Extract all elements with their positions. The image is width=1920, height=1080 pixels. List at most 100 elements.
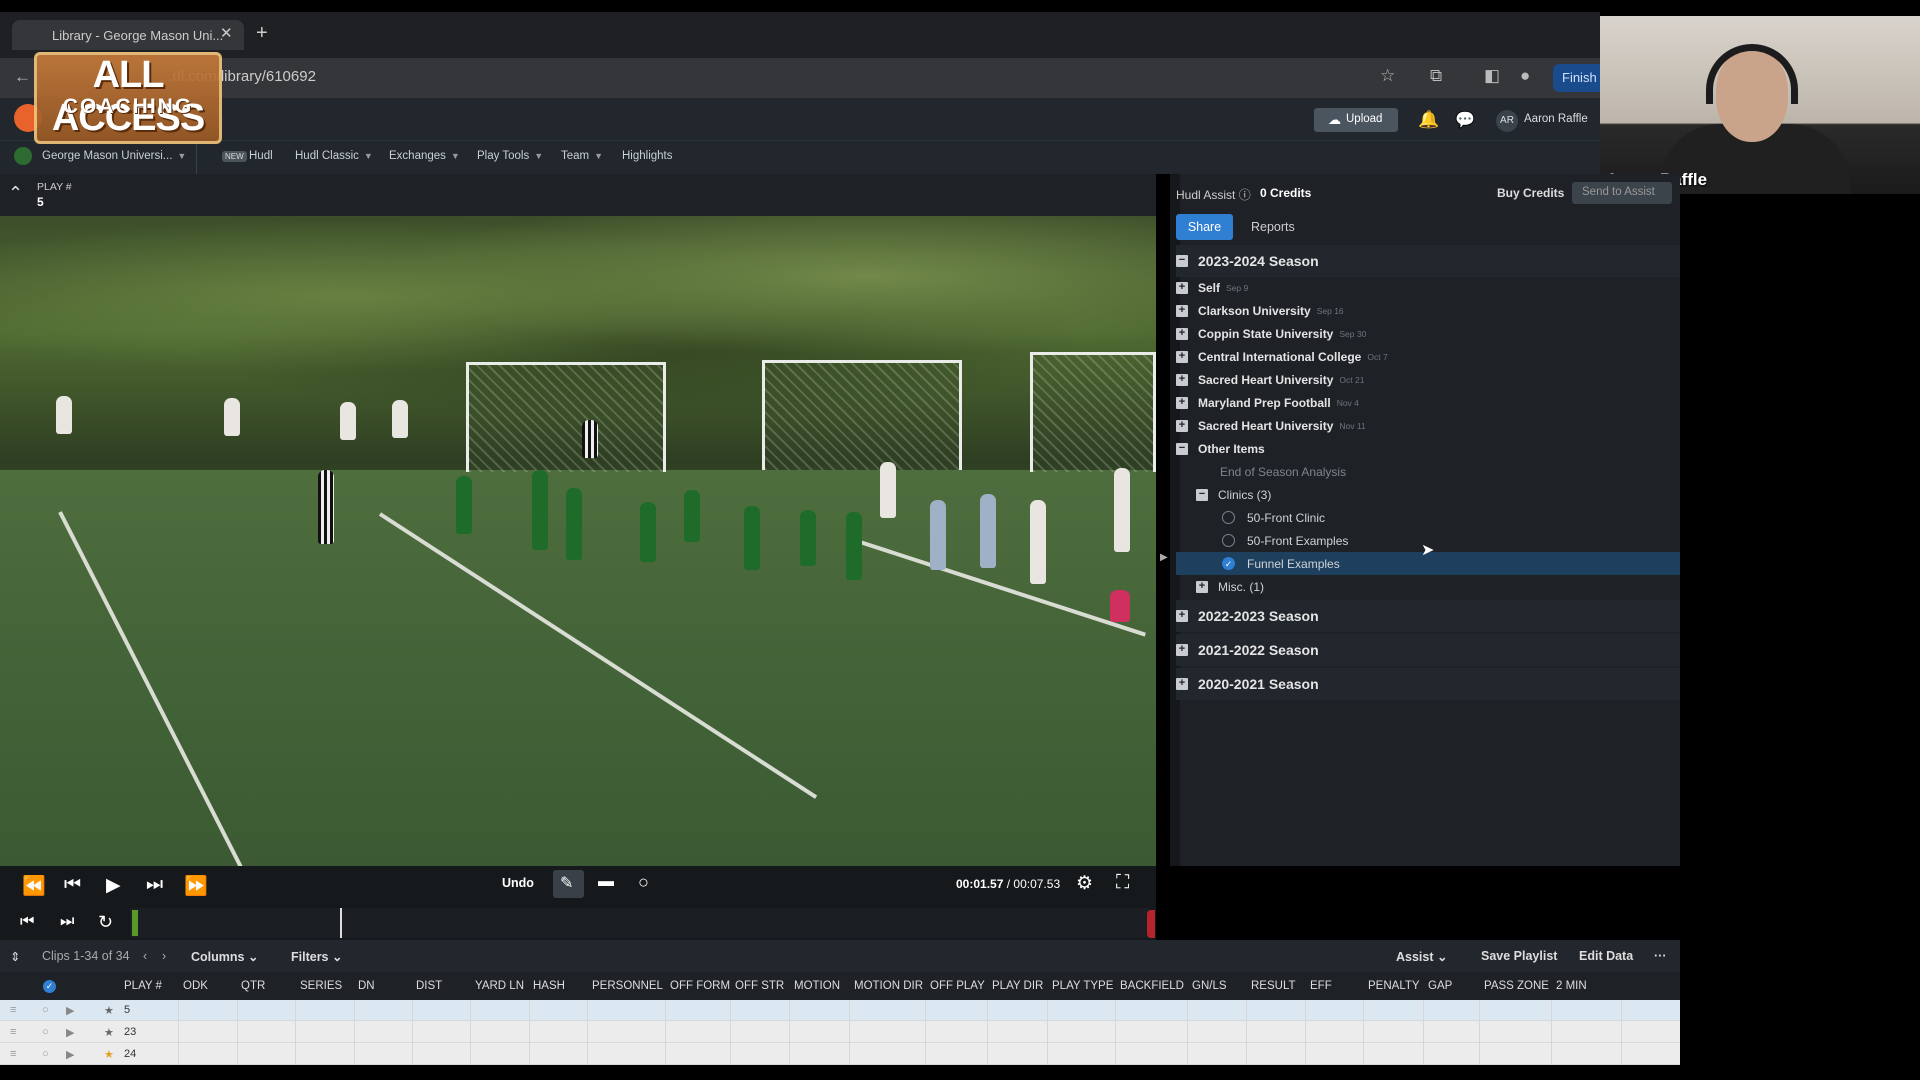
sort-arrows-icon[interactable]: ⇕ [10,949,20,964]
drag-handle-icon[interactable]: ≡ [10,1004,16,1016]
extensions-icon[interactable]: ⧉ [1430,66,1442,86]
table-row[interactable]: ≡ ○ ▶ ★ 23 [0,1022,1680,1043]
fullscreen-icon[interactable]: ⛶ [1116,872,1129,894]
tab-share[interactable]: Share [1176,214,1233,240]
col-header[interactable]: OFF PLAY [930,980,985,992]
step-forward-icon[interactable]: ⏭ [146,874,163,896]
upload-button[interactable]: Upload [1314,108,1398,132]
user-name[interactable]: Aaron Raffle [1524,113,1588,125]
col-header[interactable]: PERSONNEL [592,980,663,992]
table-row[interactable]: ≡ ○ ▶ ★ 24 [0,1044,1680,1065]
team-switcher[interactable]: George Mason Universi... ▼ [42,150,186,162]
filters-dropdown[interactable]: Filters ⌄ [291,949,342,964]
col-header[interactable]: DIST [416,980,442,992]
avatar[interactable]: AR [1496,110,1518,132]
profile-icon[interactable]: ● [1520,66,1530,86]
comment-icon[interactable]: ▬ [598,873,614,891]
col-header[interactable]: PENALTY [1368,980,1420,992]
buy-credits-link[interactable]: Buy Credits [1497,186,1564,200]
end-of-season-row[interactable]: End of Season Analysis [1176,460,1680,483]
nav-play-tools[interactable]: Play Tools ▼ [477,150,543,162]
drag-handle-icon[interactable]: ≡ [10,1048,16,1060]
col-header[interactable]: PLAY TYPE [1052,980,1113,992]
season-2020-2021[interactable]: +2020-2021 Season [1176,668,1680,700]
col-header[interactable]: 2 MIN [1556,980,1587,992]
expand-icon[interactable]: + [1176,678,1188,690]
circle-tool-icon[interactable]: ○ [638,872,649,893]
assist-dropdown[interactable]: Assist ⌄ [1396,949,1448,964]
previous-page-icon[interactable]: ‹ [143,949,147,963]
nav-exchanges[interactable]: Exchanges ▼ [389,150,460,162]
play-icon[interactable]: ▶ [106,874,121,897]
expand-icon[interactable]: + [1176,396,1188,409]
play-number-cell[interactable]: 23 [124,1026,136,1038]
col-header[interactable]: RESULT [1251,980,1296,992]
panel-expand-arrow-icon[interactable]: ▶ [1160,552,1168,563]
tab-reports[interactable]: Reports [1251,220,1295,234]
row-checkbox[interactable]: ○ [42,1048,49,1060]
timeline-scrubber[interactable] [130,908,1150,938]
col-header[interactable]: BACKFIELD [1120,980,1184,992]
game-row[interactable]: + Central International College Oct 7 [1176,345,1680,368]
season-2023-2024[interactable]: −2023-2024 Season [1176,245,1680,277]
radio-button[interactable] [1222,534,1235,547]
info-icon[interactable]: ⓘ [1239,188,1251,202]
nav-hudl-classic[interactable]: Hudl Classic ▼ [295,150,373,162]
more-options-icon[interactable]: ··· [1654,949,1667,963]
season-2022-2023[interactable]: +2022-2023 Season [1176,600,1680,632]
col-header[interactable]: OFF STR [735,980,784,992]
drag-handle-icon[interactable]: ≡ [10,1026,16,1038]
bookmark-star-icon[interactable]: ☆ [1380,66,1395,86]
save-playlist-button[interactable]: Save Playlist [1481,949,1557,963]
col-header[interactable]: PLAY DIR [992,980,1043,992]
game-row[interactable]: + Sacred Heart University Nov 11 [1176,414,1680,437]
step-back-icon[interactable]: ⏮ [64,874,81,896]
collapse-icon[interactable]: − [1176,442,1188,455]
col-header[interactable]: GN/LS [1192,980,1227,992]
expand-icon[interactable]: + [1196,580,1208,593]
nav-team[interactable]: Team ▼ [561,150,603,162]
bell-icon[interactable]: 🔔 [1418,110,1439,130]
misc-row[interactable]: + Misc. (1) [1176,575,1680,598]
col-header[interactable]: YARD LN [475,980,524,992]
settings-gear-icon[interactable]: ⚙ [1076,872,1093,895]
row-checkbox[interactable]: ○ [42,1004,49,1016]
game-row[interactable]: + Maryland Prep Football Nov 4 [1176,391,1680,414]
expand-icon[interactable]: + [1176,304,1188,317]
expand-icon[interactable]: + [1176,350,1188,363]
star-icon[interactable]: ★ [104,1004,114,1017]
select-all-checkbox[interactable]: ✓ [43,980,56,993]
rewind-icon[interactable]: ⏪ [22,874,46,898]
sidebar-toggle-icon[interactable]: ◧ [1484,66,1500,86]
game-row[interactable]: + Sacred Heart University Oct 21 [1176,368,1680,391]
playhead[interactable] [340,908,342,938]
col-header[interactable]: GAP [1428,980,1452,992]
expand-icon[interactable]: + [1176,373,1188,386]
loop-icon[interactable]: ↻ [98,912,113,933]
collapse-icon[interactable]: − [1176,255,1188,267]
expand-icon[interactable]: + [1176,610,1188,622]
clinic-item[interactable]: 50-Front Clinic [1176,506,1680,529]
game-row[interactable]: + Coppin State University Sep 30 [1176,322,1680,345]
col-header[interactable]: EFF [1310,980,1332,992]
radio-button[interactable] [1222,511,1235,524]
nav-hudl[interactable]: Hudl [249,150,273,162]
fast-forward-icon[interactable]: ⏩ [184,874,208,898]
back-arrow-icon[interactable]: ← [14,67,31,87]
col-header[interactable]: QTR [241,980,265,992]
other-items-row[interactable]: − Other Items [1176,437,1680,460]
col-header[interactable]: HASH [533,980,565,992]
table-row[interactable]: ≡ ○ ▶ ★ 5 [0,1000,1680,1021]
game-row[interactable]: + Clarkson University Sep 16 [1176,299,1680,322]
play-number-cell[interactable]: 24 [124,1048,136,1060]
expand-icon[interactable]: + [1176,327,1188,340]
previous-clip-icon[interactable]: ⏮ [20,913,34,931]
next-clip-icon[interactable]: ⏭ [60,913,74,931]
col-header[interactable]: PLAY # [124,980,162,992]
game-row[interactable]: + Self Sep 9 [1176,276,1680,299]
col-header[interactable]: PASS ZONE [1484,980,1549,992]
browser-tab[interactable]: Library - George Mason Uni... [12,20,244,50]
expand-icon[interactable]: + [1176,281,1188,294]
columns-dropdown[interactable]: Columns ⌄ [191,949,258,964]
play-number-cell[interactable]: 5 [124,1004,130,1016]
